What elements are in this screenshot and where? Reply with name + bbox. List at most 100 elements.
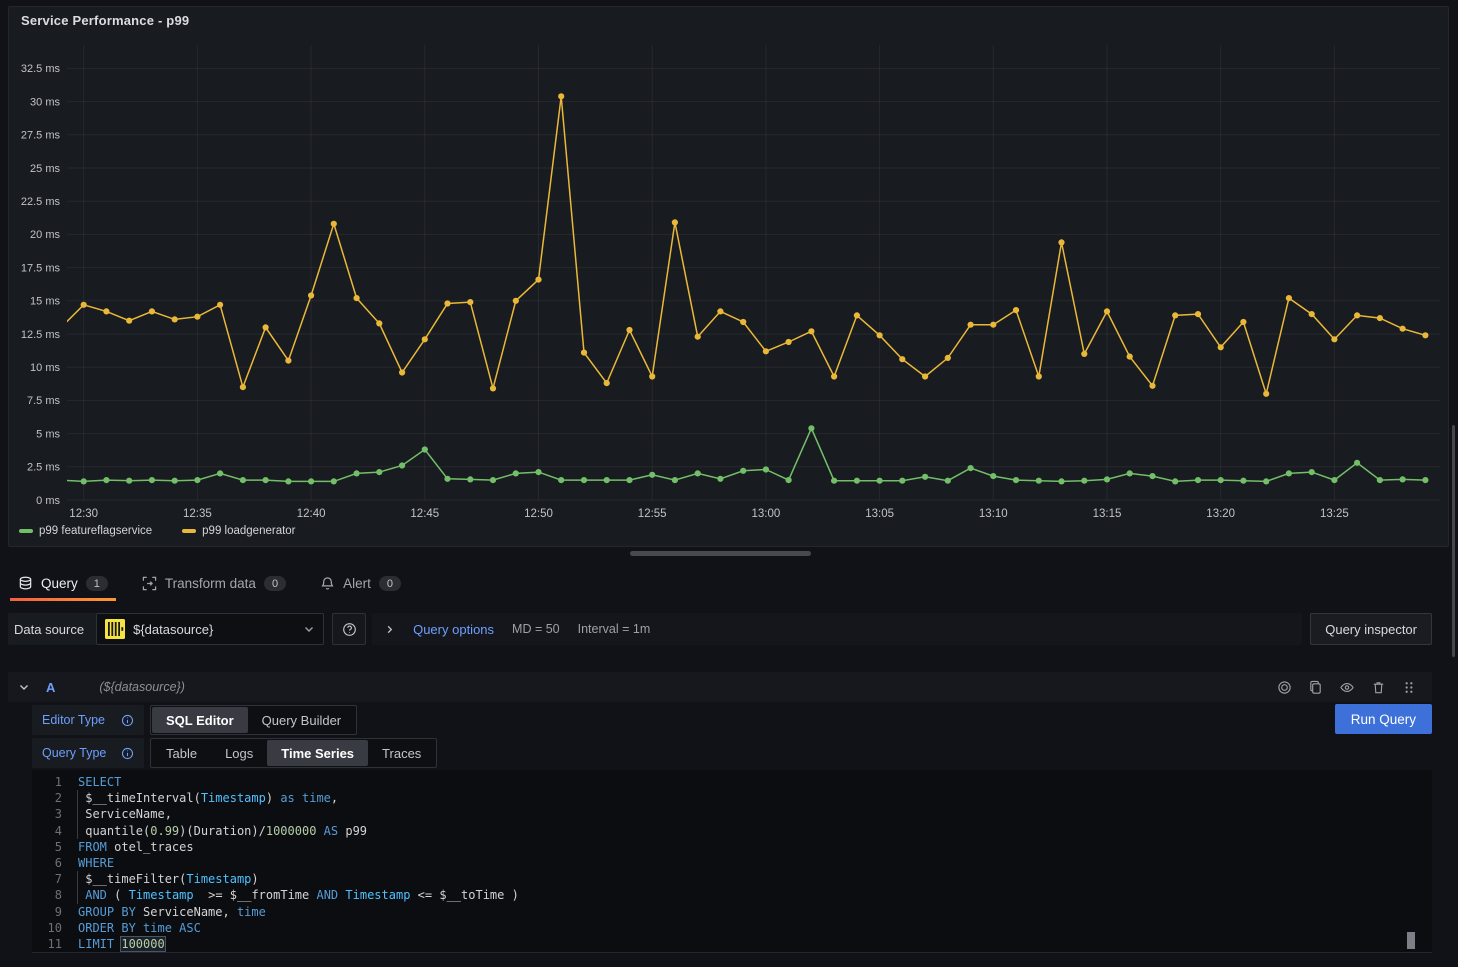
svg-text:10 ms: 10 ms (30, 362, 60, 374)
svg-text:13:20: 13:20 (1206, 508, 1235, 520)
query-options-strip[interactable]: Query options MD = 50 Interval = 1m (372, 613, 1302, 645)
query-type-option-logs[interactable]: Logs (211, 740, 267, 766)
trash-icon[interactable] (1371, 680, 1386, 695)
query-ref-id: A (46, 680, 55, 695)
chevron-right-icon (384, 624, 395, 635)
horizontal-scrollbar[interactable] (630, 551, 811, 556)
svg-text:22.5 ms: 22.5 ms (21, 196, 61, 208)
info-circle-icon[interactable] (121, 747, 134, 760)
editor-type-chip: Editor Type (32, 705, 144, 735)
circle-icon[interactable] (1277, 680, 1292, 695)
svg-text:12:35: 12:35 (183, 508, 212, 520)
code-line[interactable]: 5 FROM otel_traces (32, 839, 1432, 855)
svg-text:5 ms: 5 ms (36, 428, 60, 440)
code-line[interactable]: 7 $__timeFilter(Timestamp) (32, 871, 1432, 887)
query-type-option-traces[interactable]: Traces (368, 740, 435, 766)
line-number: 3 (32, 806, 62, 822)
code-text: AND ( Timestamp >= $__fromTime AND Times… (77, 887, 519, 903)
run-query-button[interactable]: Run Query (1335, 704, 1432, 734)
tab-label: Query (41, 576, 78, 591)
editor-scrollbar-thumb[interactable] (1407, 932, 1415, 949)
panel-editor-tabs: Query 1 Transform data 0 Alert 0 (8, 566, 411, 601)
code-line[interactable]: 9GROUP BY ServiceName, time (32, 904, 1432, 920)
code-line[interactable]: 2 $__timeInterval(Timestamp) as time, (32, 790, 1432, 806)
info-circle-icon[interactable] (121, 714, 134, 727)
tab-alert[interactable]: Alert 0 (310, 566, 411, 601)
code-line[interactable]: 6 WHERE (32, 855, 1432, 871)
svg-text:7.5 ms: 7.5 ms (27, 395, 61, 407)
database-icon (18, 576, 33, 591)
code-text: WHERE (78, 855, 114, 871)
datasource-help-button[interactable] (332, 613, 366, 645)
code-line[interactable]: 4 quantile(0.99)(Duration)/1000000 AS p9… (32, 823, 1432, 839)
timeseries-panel: Service Performance - p99 0 ms2.5 ms5 ms… (8, 6, 1449, 547)
svg-text:12:55: 12:55 (638, 508, 667, 520)
editor-type-label: Editor Type (42, 713, 113, 727)
code-text: ServiceName, (77, 806, 172, 822)
code-text: FROM otel_traces (78, 839, 194, 855)
code-line[interactable]: 8 AND ( Timestamp >= $__fromTime AND Tim… (32, 887, 1432, 903)
query-type-chip: Query Type (32, 738, 144, 768)
tab-label: Alert (343, 576, 371, 591)
sql-code-editor[interactable]: 1 SELECT2 $__timeInterval(Timestamp) as t… (32, 770, 1432, 953)
grafana-query-editor-page: Service Performance - p99 0 ms2.5 ms5 ms… (0, 0, 1458, 967)
code-line[interactable]: 10ORDER BY time ASC (32, 920, 1432, 936)
query-type-group: Table Logs Time Series Traces (150, 738, 437, 768)
editor-type-option-query-builder[interactable]: Query Builder (248, 707, 355, 733)
line-number: 1 (32, 774, 62, 790)
svg-text:12:50: 12:50 (524, 508, 553, 520)
query-toolbar: Data source ${datasource} (8, 613, 1432, 645)
query-inspector-button[interactable]: Query inspector (1310, 613, 1432, 645)
drag-handle-icon[interactable] (1402, 680, 1416, 695)
vertical-scrollbar[interactable] (1452, 425, 1455, 657)
line-number: 2 (32, 790, 62, 806)
query-type-label: Query Type (42, 746, 113, 760)
svg-text:20 ms: 20 ms (30, 229, 60, 241)
code-text: $__timeFilter(Timestamp) (77, 871, 259, 887)
chart-legend: p99 featureflagservice p99 loadgenerator (19, 525, 296, 537)
legend-item-loadgenerator[interactable]: p99 loadgenerator (182, 525, 295, 537)
svg-text:15 ms: 15 ms (30, 296, 60, 308)
svg-text:12:45: 12:45 (410, 508, 439, 520)
editor-type-group: SQL Editor Query Builder (150, 705, 357, 735)
line-number: 11 (32, 936, 62, 952)
editor-type-option-sql-editor[interactable]: SQL Editor (152, 707, 248, 733)
eye-icon[interactable] (1339, 680, 1355, 695)
svg-text:12:30: 12:30 (69, 508, 98, 520)
legend-label: p99 loadgenerator (202, 525, 295, 537)
chevron-down-icon[interactable] (18, 681, 30, 693)
active-tab-underline (10, 598, 116, 601)
datasource-picker[interactable]: ${datasource} (96, 613, 324, 645)
code-text: quantile(0.99)(Duration)/1000000 AS p99 (77, 823, 367, 839)
line-number: 9 (32, 904, 62, 920)
query-datasource-hint: (${datasource}) (99, 680, 184, 694)
tab-badge: 0 (379, 576, 401, 591)
transform-icon (142, 576, 157, 591)
svg-text:13:10: 13:10 (979, 508, 1008, 520)
code-line[interactable]: 1 SELECT (32, 774, 1432, 790)
tab-badge: 1 (86, 576, 108, 591)
svg-text:30 ms: 30 ms (30, 96, 60, 108)
code-line[interactable]: 11LIMIT 100000 (32, 936, 1432, 952)
line-number: 5 (32, 839, 62, 855)
legend-item-featureflagservice[interactable]: p99 featureflagservice (19, 525, 152, 537)
query-options-md: MD = 50 (512, 622, 560, 636)
tab-query[interactable]: Query 1 (8, 566, 118, 601)
svg-text:27.5 ms: 27.5 ms (21, 130, 61, 142)
duplicate-icon[interactable] (1308, 680, 1323, 695)
datasource-label: Data source (8, 613, 96, 645)
line-number: 6 (32, 855, 62, 871)
timeseries-chart[interactable]: 0 ms2.5 ms5 ms7.5 ms10 ms12.5 ms15 ms17.… (9, 7, 1448, 548)
datasource-value: ${datasource} (133, 622, 295, 637)
tab-transform-data[interactable]: Transform data 0 (132, 566, 296, 601)
query-type-option-time-series[interactable]: Time Series (267, 740, 368, 766)
code-text: SELECT (78, 774, 121, 790)
question-circle-icon (342, 622, 357, 637)
svg-text:12.5 ms: 12.5 ms (21, 329, 61, 341)
query-options-toggle[interactable]: Query options (413, 622, 494, 637)
code-text: ORDER BY time ASC (78, 920, 201, 936)
query-type-option-table[interactable]: Table (152, 740, 211, 766)
query-options-interval: Interval = 1m (578, 622, 651, 636)
query-row-header[interactable]: A (${datasource}) (8, 672, 1432, 702)
code-line[interactable]: 3 ServiceName, (32, 806, 1432, 822)
